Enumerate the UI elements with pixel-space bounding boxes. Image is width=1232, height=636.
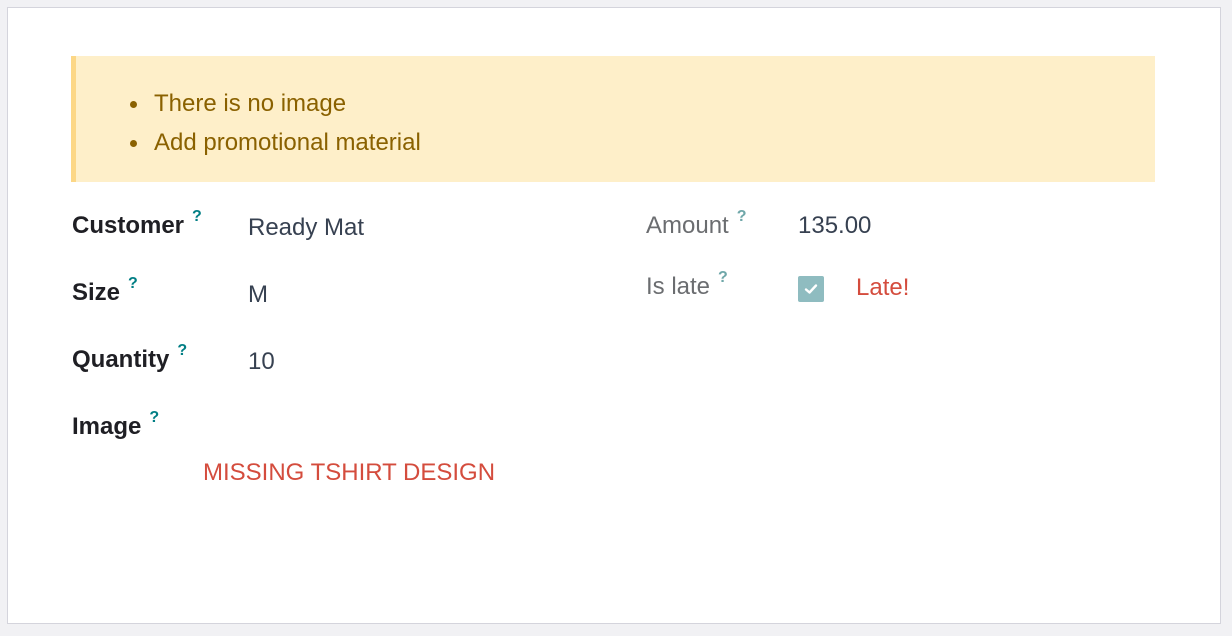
warning-item-text: There is no image — [154, 90, 347, 117]
warning-list: There is no image Add promotional materi… — [76, 84, 421, 162]
late-status-text: Late! — [856, 274, 910, 301]
is-late-help-icon[interactable]: ? — [718, 269, 728, 286]
is-late-label-text: Is late — [646, 273, 711, 300]
customer-value[interactable]: Ready Mat — [248, 214, 364, 242]
customer-label: Customer? — [72, 208, 202, 240]
amount-label: Amount? — [646, 208, 747, 240]
amount-value: 135.00 — [798, 212, 872, 239]
form-sheet: There is no image Add promotional materi… — [7, 7, 1221, 624]
size-label-text: Size — [72, 279, 121, 306]
size-label: Size? — [72, 275, 138, 307]
amount-label-text: Amount — [646, 212, 729, 239]
size-value[interactable]: M — [248, 281, 268, 309]
amount-help-icon[interactable]: ? — [737, 208, 747, 225]
image-label: Image? — [72, 409, 159, 441]
bullet-icon — [130, 101, 137, 108]
quantity-label: Quantity? — [72, 342, 187, 374]
quantity-help-icon[interactable]: ? — [177, 342, 187, 359]
warning-alert: There is no image Add promotional materi… — [71, 56, 1155, 182]
is-late-checkbox[interactable] — [798, 276, 824, 302]
quantity-value[interactable]: 10 — [248, 348, 275, 376]
quantity-label-text: Quantity — [72, 346, 170, 373]
bullet-icon — [130, 140, 137, 147]
check-icon — [804, 284, 818, 294]
image-label-text: Image — [72, 413, 142, 440]
size-help-icon[interactable]: ? — [128, 275, 138, 292]
warning-item-text: Add promotional material — [154, 129, 421, 156]
image-missing-text: MISSING TSHIRT DESIGN — [203, 459, 496, 486]
warning-item: There is no image — [130, 84, 421, 123]
is-late-label: Is late? — [646, 269, 728, 301]
warning-item: Add promotional material — [130, 123, 421, 162]
customer-label-text: Customer — [72, 212, 185, 239]
customer-help-icon[interactable]: ? — [192, 208, 202, 225]
image-help-icon[interactable]: ? — [149, 409, 159, 426]
